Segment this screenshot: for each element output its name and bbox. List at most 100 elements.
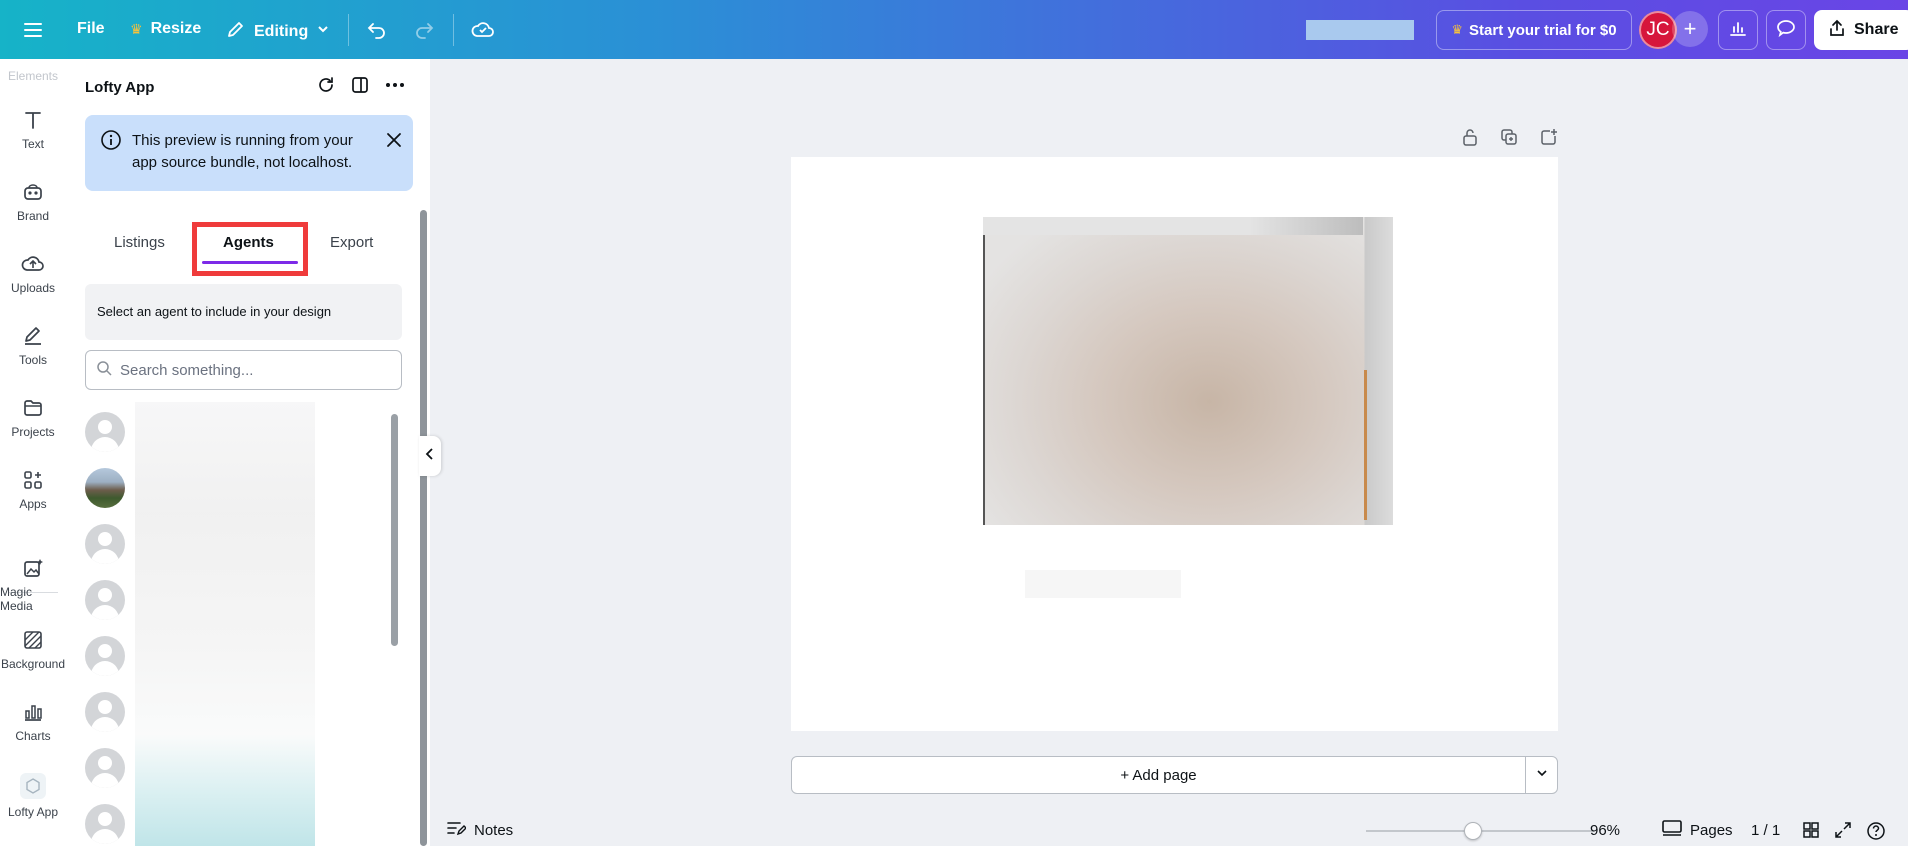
file-menu[interactable]: File	[77, 20, 105, 38]
lofty-app-icon	[20, 773, 46, 799]
rail-item-apps[interactable]: Apps	[0, 469, 66, 511]
split-view-icon[interactable]	[350, 75, 370, 100]
agent-names-blurred	[135, 402, 315, 846]
chevron-left-icon	[424, 447, 436, 466]
add-page-button[interactable]: + Add page	[791, 756, 1526, 794]
info-icon	[100, 129, 122, 156]
agent-avatar[interactable]	[85, 636, 125, 676]
top-bar: File ♛ Resize Editing ♛ Start your trial…	[0, 0, 1908, 59]
share-label: Share	[1854, 21, 1899, 38]
bottom-bar: Notes 96% Pages 1 / 1	[430, 816, 1908, 846]
page-count: 1 / 1	[1751, 822, 1781, 839]
agent-avatar-photo[interactable]	[85, 468, 125, 508]
tab-label: Listings	[114, 234, 165, 251]
search-icon	[96, 360, 112, 381]
notice-text: This preview is running from your app so…	[132, 132, 353, 171]
rail-item-label: Charts	[15, 729, 51, 743]
toolbar-divider	[348, 14, 349, 46]
file-label: File	[77, 20, 105, 37]
start-trial-button[interactable]: ♛ Start your trial for $0	[1436, 10, 1632, 50]
zoom-slider-handle[interactable]	[1464, 822, 1483, 840]
hamburger-menu-icon[interactable]	[22, 19, 44, 41]
rail-item-label: Uploads	[10, 281, 56, 295]
rail-item-label: Text	[21, 137, 44, 151]
refresh-icon[interactable]	[316, 75, 336, 100]
folder-icon	[22, 397, 44, 419]
agent-avatar[interactable]	[85, 580, 125, 620]
rail-item-background[interactable]: Background	[0, 629, 66, 671]
comment-icon	[1776, 18, 1796, 43]
caption-blurred[interactable]	[1025, 570, 1181, 598]
rail-item-tools[interactable]: Tools	[0, 325, 66, 367]
rail-item-projects[interactable]: Projects	[0, 397, 66, 439]
cloud-saved-icon[interactable]	[471, 18, 495, 40]
insights-button[interactable]	[1718, 10, 1758, 50]
agent-avatar[interactable]	[85, 804, 125, 844]
notes-label: Notes	[474, 821, 514, 839]
close-icon[interactable]	[385, 131, 403, 154]
listing-photo-blurred[interactable]	[983, 217, 1393, 525]
agent-avatar[interactable]	[85, 692, 125, 732]
fullscreen-icon[interactable]	[1834, 821, 1852, 843]
rail-item-label: Tools	[18, 353, 47, 367]
grid-view-icon[interactable]	[1802, 821, 1820, 843]
redo-icon[interactable]	[413, 18, 435, 40]
design-title-blurred[interactable]	[1306, 20, 1414, 40]
avatar-initials: JC	[1646, 19, 1670, 40]
rail-item-uploads[interactable]: Uploads	[0, 253, 66, 295]
panel-scrollbar[interactable]	[420, 210, 427, 846]
agent-avatar[interactable]	[85, 748, 125, 788]
collapse-panel-button[interactable]	[419, 436, 441, 476]
zoom-level[interactable]: 96%	[1590, 822, 1620, 839]
rail-item-brand[interactable]: Brand	[0, 181, 66, 223]
panel-title: Lofty App	[85, 79, 155, 96]
help-icon[interactable]	[1866, 821, 1886, 845]
search-input[interactable]	[120, 361, 380, 379]
share-button[interactable]: Share	[1814, 10, 1908, 50]
chevron-down-icon	[1536, 766, 1548, 784]
cloud-upload-icon	[21, 253, 45, 275]
rail-item-charts[interactable]: Charts	[0, 701, 66, 743]
pages-button[interactable]: Pages	[1662, 820, 1733, 840]
agent-list-scrollbar[interactable]	[391, 414, 398, 646]
editing-label: Editing	[254, 22, 309, 40]
add-page-label: + Add page	[1120, 766, 1197, 784]
rail-item-label: Brand	[16, 209, 50, 223]
tab-export[interactable]: Export	[330, 234, 373, 251]
tab-listings[interactable]: Listings	[114, 234, 165, 251]
rail-item-lofty-app[interactable]: Lofty App	[0, 773, 66, 819]
agent-avatar[interactable]	[85, 524, 125, 564]
editing-mode-button[interactable]: Editing	[226, 19, 330, 44]
page-actions	[1462, 128, 1558, 151]
left-rail: Elements Text Brand Uploads Tools Projec…	[0, 59, 66, 846]
add-page-dropdown[interactable]	[1525, 756, 1558, 794]
text-icon	[22, 109, 44, 131]
rail-item-label: Lofty App	[7, 805, 59, 819]
notes-button[interactable]: Notes	[446, 820, 513, 840]
annotation-highlight-box	[192, 222, 308, 276]
crown-icon: ♛	[130, 20, 143, 37]
rail-item-label: Background	[0, 657, 66, 671]
crown-icon: ♛	[1451, 22, 1464, 37]
photo-edge-detail	[1364, 370, 1367, 520]
pencil-icon	[226, 19, 246, 44]
rail-item-text[interactable]: Text	[0, 109, 66, 151]
agent-avatar[interactable]	[85, 412, 125, 452]
pages-icon	[1662, 820, 1682, 840]
plus-icon: +	[1683, 16, 1697, 41]
undo-icon[interactable]	[366, 18, 388, 40]
more-options-icon[interactable]	[384, 75, 406, 100]
rail-item-magic-media[interactable]: Magic Media	[0, 557, 66, 613]
resize-button[interactable]: ♛ Resize	[130, 20, 201, 38]
share-upload-icon	[1828, 19, 1846, 42]
preview-notice: This preview is running from your app so…	[85, 115, 413, 191]
lock-icon[interactable]	[1462, 128, 1478, 151]
add-page-icon[interactable]	[1540, 128, 1558, 151]
trial-label: Start your trial for $0	[1469, 21, 1617, 39]
rail-item-label: Apps	[19, 497, 47, 511]
add-collaborator-button[interactable]: +	[1672, 11, 1708, 47]
app-side-panel: Lofty App This preview is running from y…	[66, 59, 430, 846]
comments-button[interactable]	[1766, 10, 1806, 50]
agent-search[interactable]	[85, 350, 402, 390]
duplicate-page-icon[interactable]	[1500, 128, 1518, 151]
